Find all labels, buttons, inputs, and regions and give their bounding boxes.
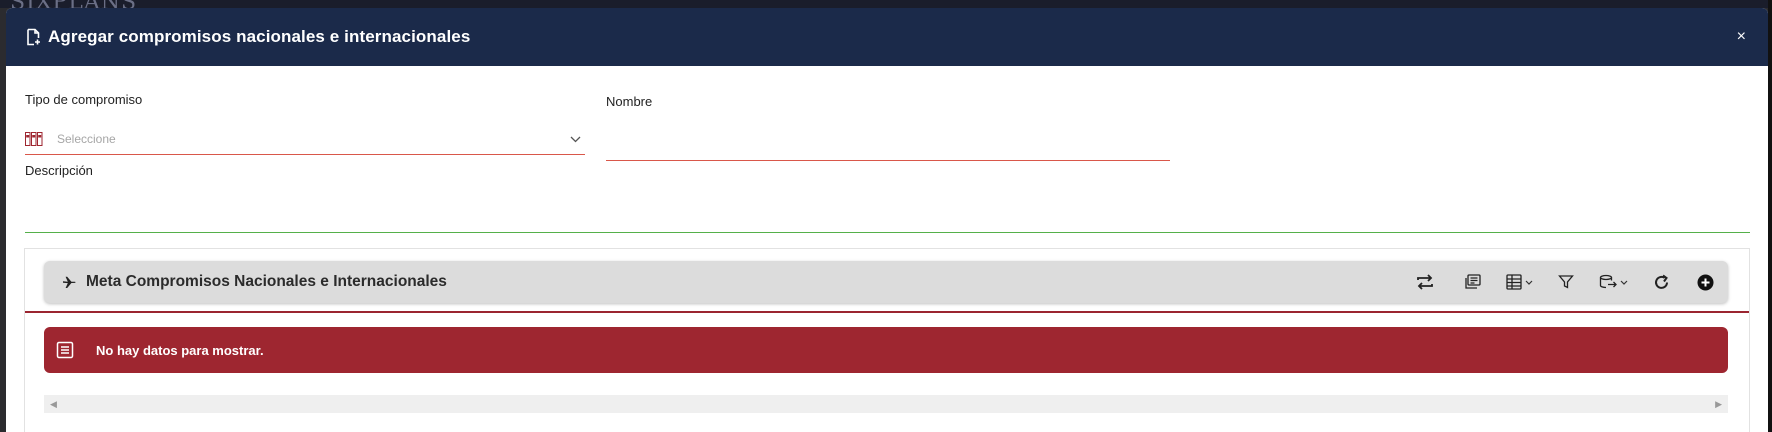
horizontal-scrollbar[interactable]: ◀ ▶ (44, 395, 1728, 413)
add-icon[interactable] (1694, 269, 1716, 295)
descripcion-label: Descripción (25, 163, 93, 178)
background-right-edge (1768, 0, 1772, 432)
descripcion-input[interactable] (25, 196, 1750, 233)
tipo-compromiso-select[interactable]: Seleccione (25, 123, 585, 155)
transfer-icon[interactable] (1414, 269, 1436, 295)
panel-divider (25, 311, 1749, 313)
plane-icon (62, 275, 76, 289)
background-app-bar (0, 0, 1772, 8)
scroll-right-icon[interactable]: ▶ (1715, 399, 1722, 410)
export-icon (1599, 274, 1617, 290)
columns-dropdown[interactable] (1506, 269, 1533, 295)
list-icon (56, 341, 74, 359)
refresh-icon[interactable] (1650, 269, 1672, 295)
no-data-message: No hay datos para mostrar. (96, 342, 264, 358)
no-data-alert: No hay datos para mostrar. (44, 327, 1728, 373)
nombre-label: Nombre (606, 94, 653, 109)
scroll-left-icon[interactable]: ◀ (50, 399, 57, 410)
chevron-down-icon (1525, 277, 1533, 287)
meta-compromisos-panel: Meta Compromisos Nacionales e Internacio… (24, 248, 1750, 432)
columns-icon (1506, 274, 1522, 290)
chevron-down-icon[interactable] (570, 132, 581, 146)
binders-icon (25, 131, 43, 146)
panel-title: Meta Compromisos Nacionales e Internacio… (86, 273, 447, 290)
panel-header: Meta Compromisos Nacionales e Internacio… (44, 261, 1728, 303)
modal-dialog: Agregar compromisos nacionales e interna… (6, 8, 1768, 432)
chevron-down-icon (1620, 277, 1628, 287)
add-document-icon (24, 27, 44, 47)
notes-icon[interactable] (1462, 269, 1484, 295)
panel-toolbar (1414, 269, 1716, 295)
modal-header: Agregar compromisos nacionales e interna… (6, 8, 1768, 66)
tipo-compromiso-placeholder: Seleccione (57, 131, 116, 146)
close-button[interactable]: × (1733, 24, 1750, 50)
modal-title: Agregar compromisos nacionales e interna… (48, 27, 471, 46)
export-dropdown[interactable] (1599, 269, 1628, 295)
nombre-input[interactable] (606, 126, 1170, 161)
filter-icon[interactable] (1555, 269, 1577, 295)
tipo-compromiso-label: Tipo de compromiso (25, 92, 143, 107)
